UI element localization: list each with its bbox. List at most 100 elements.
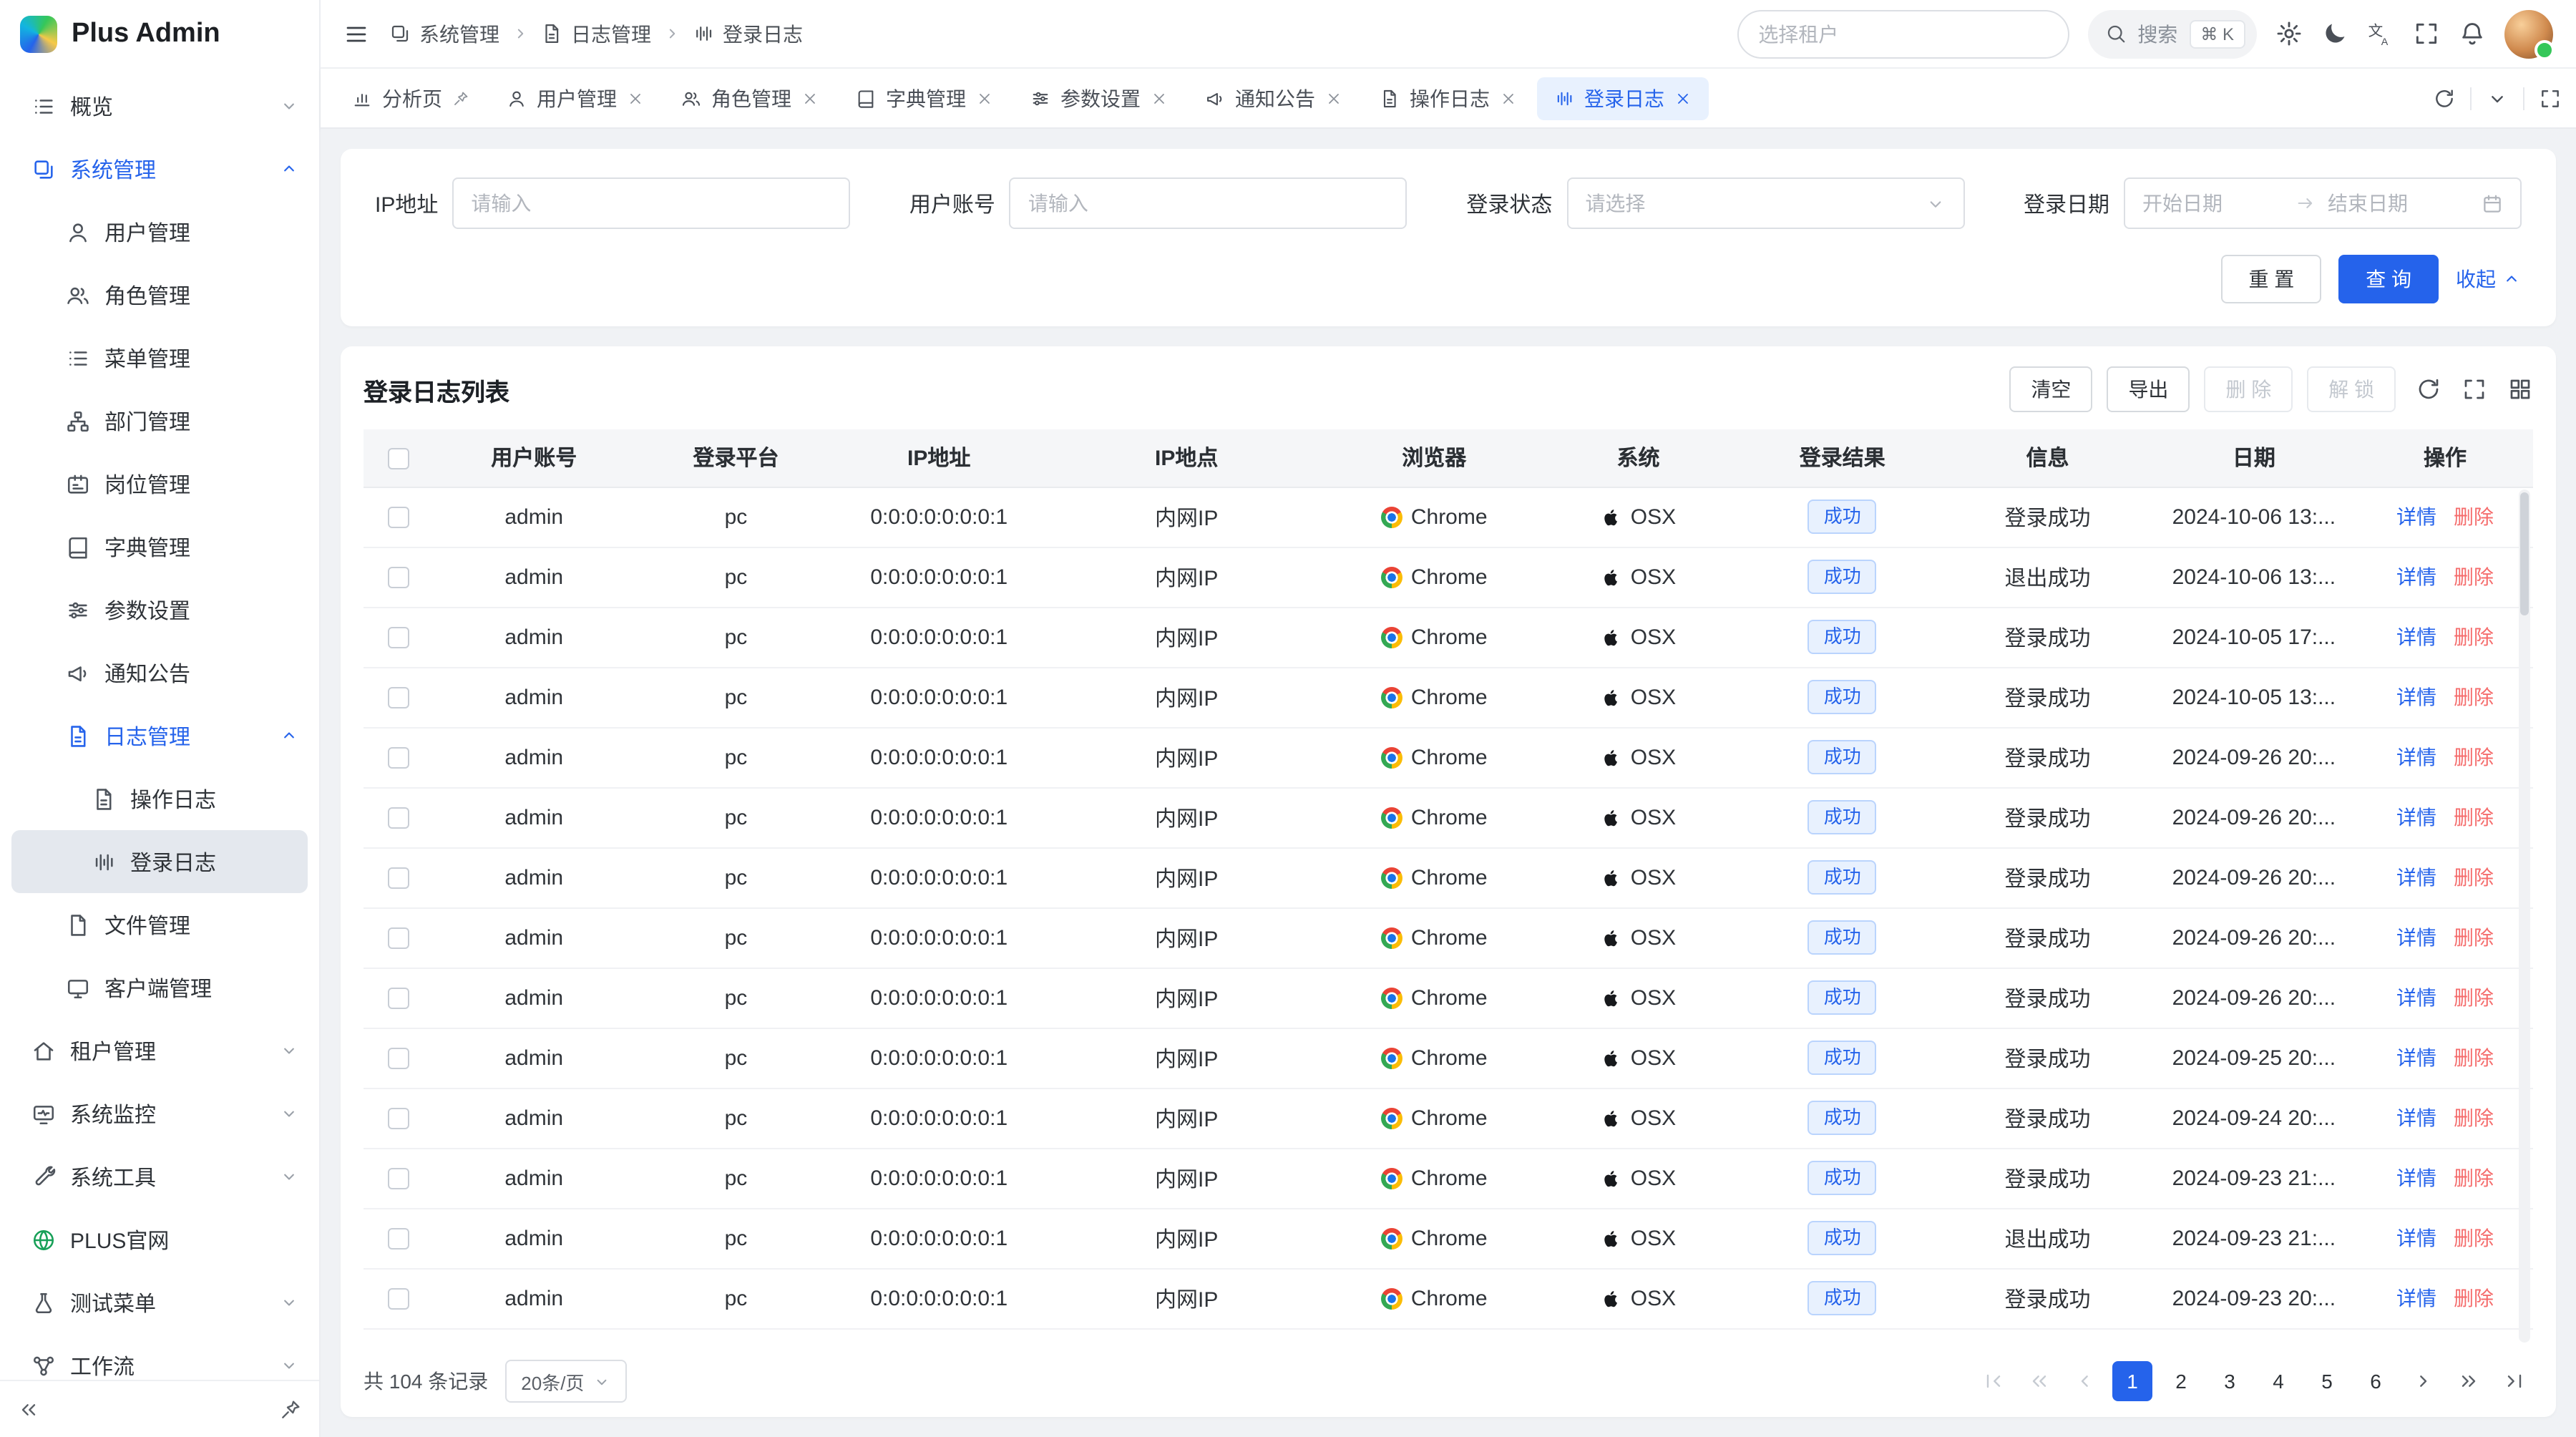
theme-moon-icon[interactable] <box>2321 20 2348 47</box>
tab-role[interactable]: 角色管理 <box>664 77 836 120</box>
close-icon[interactable] <box>1151 89 1168 107</box>
detail-link[interactable]: 详情 <box>2396 565 2436 588</box>
sidebar-item-workflow[interactable]: 工作流 <box>11 1334 308 1380</box>
expand-content-button[interactable] <box>2539 87 2562 109</box>
row-checkbox[interactable] <box>388 1228 409 1250</box>
jump-forward-button[interactable] <box>2450 1363 2487 1400</box>
breadcrumb-item-log[interactable]: 日志管理 <box>541 19 651 48</box>
settings-gear-icon[interactable] <box>2275 20 2303 47</box>
tab-oper-log[interactable]: 操作日志 <box>1362 77 1534 120</box>
row-checkbox[interactable] <box>388 567 409 588</box>
reset-button[interactable]: 重 置 <box>2221 255 2321 303</box>
sidebar-item-post[interactable]: 岗位管理 <box>11 452 308 515</box>
detail-link[interactable]: 详情 <box>2396 686 2436 708</box>
sidebar-item-notice[interactable]: 通知公告 <box>11 641 308 704</box>
page-button-2[interactable]: 2 <box>2161 1361 2201 1401</box>
delete-button[interactable]: 删 除 <box>2204 366 2293 412</box>
prev-page-button[interactable] <box>2067 1363 2104 1400</box>
clear-button[interactable]: 清空 <box>2009 366 2092 412</box>
hamburger-menu-button[interactable] <box>343 21 369 47</box>
refresh-table-button[interactable] <box>2416 376 2441 402</box>
user-avatar[interactable] <box>2504 9 2553 58</box>
app-logo[interactable]: Plus Admin <box>0 0 319 69</box>
refresh-page-button[interactable] <box>2433 87 2456 109</box>
tab-dict[interactable]: 字典管理 <box>839 77 1010 120</box>
close-icon[interactable] <box>1325 89 1342 107</box>
sidebar-item-plus-site[interactable]: PLUS官网 <box>11 1208 308 1271</box>
query-button[interactable]: 查 询 <box>2338 255 2439 303</box>
tab-user[interactable]: 用户管理 <box>489 77 661 120</box>
table-scrollbar-thumb[interactable] <box>2520 492 2529 615</box>
close-icon[interactable] <box>627 89 644 107</box>
row-checkbox[interactable] <box>388 1288 409 1310</box>
first-page-button[interactable] <box>1975 1363 2012 1400</box>
sidebar-item-file[interactable]: 文件管理 <box>11 893 308 956</box>
page-button-3[interactable]: 3 <box>2210 1361 2250 1401</box>
detail-link[interactable]: 详情 <box>2396 1106 2436 1129</box>
tab-analysis[interactable]: 分析页 <box>335 77 487 120</box>
date-range-input[interactable]: 开始日期结束日期 <box>2124 177 2522 229</box>
breadcrumb-item-login-log[interactable]: 登录日志 <box>693 19 803 48</box>
tab-notice[interactable]: 通知公告 <box>1188 77 1360 120</box>
row-checkbox[interactable] <box>388 627 409 648</box>
delete-link[interactable]: 删除 <box>2454 625 2494 648</box>
close-icon[interactable] <box>976 89 993 107</box>
last-page-button[interactable] <box>2496 1363 2533 1400</box>
jump-back-button[interactable] <box>2021 1363 2058 1400</box>
detail-link[interactable]: 详情 <box>2396 625 2436 648</box>
delete-link[interactable]: 删除 <box>2454 505 2494 528</box>
row-checkbox[interactable] <box>388 507 409 528</box>
sidebar-item-system[interactable]: 系统管理 <box>11 137 308 200</box>
pin-sidebar-button[interactable] <box>279 1398 302 1421</box>
delete-link[interactable]: 删除 <box>2454 926 2494 949</box>
sidebar-item-dept[interactable]: 部门管理 <box>11 389 308 452</box>
sidebar-item-test[interactable]: 测试菜单 <box>11 1271 308 1334</box>
delete-link[interactable]: 删除 <box>2454 986 2494 1009</box>
row-checkbox[interactable] <box>388 687 409 708</box>
detail-link[interactable]: 详情 <box>2396 1046 2436 1069</box>
detail-link[interactable]: 详情 <box>2396 1166 2436 1189</box>
select-all-checkbox[interactable] <box>388 448 409 469</box>
delete-link[interactable]: 删除 <box>2454 1287 2494 1310</box>
fullscreen-icon[interactable] <box>2413 20 2440 47</box>
sidebar-item-log[interactable]: 日志管理 <box>11 704 308 767</box>
sidebar-item-login-log[interactable]: 登录日志 <box>11 830 308 893</box>
sidebar-item-dict[interactable]: 字典管理 <box>11 515 308 578</box>
delete-link[interactable]: 删除 <box>2454 565 2494 588</box>
detail-link[interactable]: 详情 <box>2396 866 2436 889</box>
close-icon[interactable] <box>1500 89 1517 107</box>
close-icon[interactable] <box>801 89 819 107</box>
delete-link[interactable]: 删除 <box>2454 746 2494 769</box>
page-size-select[interactable]: 20条/页 <box>505 1360 627 1403</box>
sidebar-item-monitor[interactable]: 系统监控 <box>11 1082 308 1145</box>
page-button-1[interactable]: 1 <box>2112 1361 2152 1401</box>
sidebar-item-user[interactable]: 用户管理 <box>11 200 308 263</box>
detail-link[interactable]: 详情 <box>2396 1287 2436 1310</box>
delete-link[interactable]: 删除 <box>2454 1106 2494 1129</box>
sidebar-item-menu[interactable]: 菜单管理 <box>11 326 308 389</box>
next-page-button[interactable] <box>2404 1363 2441 1400</box>
pin-icon[interactable] <box>452 89 469 107</box>
page-button-5[interactable]: 5 <box>2307 1361 2347 1401</box>
detail-link[interactable]: 详情 <box>2396 806 2436 829</box>
delete-link[interactable]: 删除 <box>2454 1046 2494 1069</box>
delete-link[interactable]: 删除 <box>2454 1166 2494 1189</box>
fullscreen-table-button[interactable] <box>2462 376 2487 402</box>
row-checkbox[interactable] <box>388 747 409 769</box>
notifications-bell-icon[interactable] <box>2459 20 2486 47</box>
page-button-4[interactable]: 4 <box>2258 1361 2298 1401</box>
export-button[interactable]: 导出 <box>2107 366 2190 412</box>
row-checkbox[interactable] <box>388 1168 409 1189</box>
detail-link[interactable]: 详情 <box>2396 986 2436 1009</box>
delete-link[interactable]: 删除 <box>2454 686 2494 708</box>
row-checkbox[interactable] <box>388 1048 409 1069</box>
collapse-filter-link[interactable]: 收起 <box>2456 265 2522 293</box>
delete-link[interactable]: 删除 <box>2454 1227 2494 1250</box>
row-checkbox[interactable] <box>388 927 409 949</box>
row-checkbox[interactable] <box>388 867 409 889</box>
sidebar-item-overview[interactable]: 概览 <box>11 74 308 137</box>
breadcrumb-item-system[interactable]: 系统管理 <box>389 19 499 48</box>
sidebar-item-oper-log[interactable]: 操作日志 <box>11 767 308 830</box>
sidebar-item-client[interactable]: 客户端管理 <box>11 956 308 1019</box>
column-settings-button[interactable] <box>2507 376 2533 402</box>
